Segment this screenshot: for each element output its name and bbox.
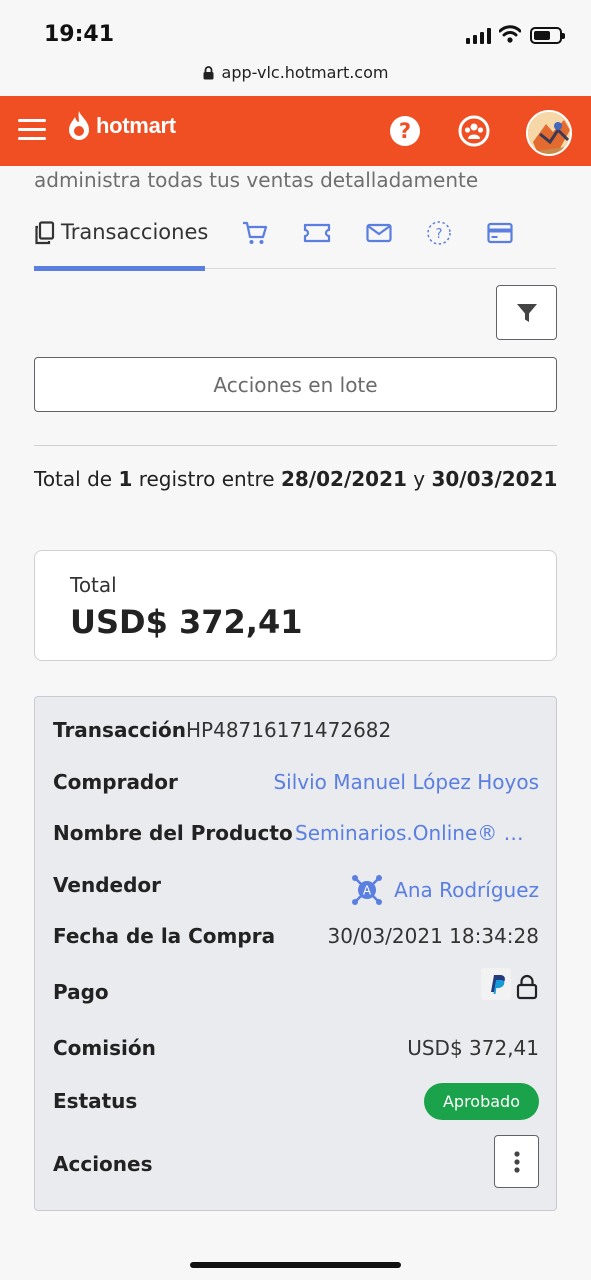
lock-icon: [516, 974, 538, 1000]
status-bar: 19:41: [0, 0, 591, 58]
seller-link[interactable]: A Ana Rodríguez: [350, 873, 539, 907]
ticket-icon[interactable]: [303, 219, 331, 247]
hotmart-logo[interactable]: hotmart: [66, 110, 176, 142]
divider: [34, 445, 557, 446]
transaction-card: Transacción HP48716171472682 Comprador S…: [34, 696, 557, 1211]
commission-label: Comisión: [53, 1036, 156, 1060]
page-subtitle: administra todas tus ventas detalladamen…: [34, 168, 479, 192]
tab-transactions[interactable]: Transacciones: [34, 205, 209, 271]
battery-icon: [530, 27, 565, 44]
user-avatar[interactable]: [526, 110, 572, 156]
svg-text:A: A: [363, 884, 372, 898]
svg-text:?: ?: [399, 119, 411, 143]
menu-icon[interactable]: [18, 117, 46, 141]
copy-icon: [35, 221, 55, 245]
buyer-link[interactable]: Silvio Manuel López Hoyos: [273, 770, 539, 794]
active-tab-indicator: [34, 266, 205, 271]
transaction-id: HP48716171472682: [186, 718, 392, 742]
payment-label: Pago: [53, 980, 109, 1004]
summary-date-from: 28/02/2021: [280, 467, 407, 491]
summary-count: 1: [118, 467, 133, 491]
results-summary: Total de 1 registro entre 28/02/2021 y 3…: [34, 467, 557, 491]
summary-middle: registro entre: [138, 467, 275, 491]
filter-button[interactable]: [496, 285, 557, 340]
total-value: USD$ 372,41: [70, 603, 303, 641]
buyer-label: Comprador: [53, 770, 178, 794]
transaction-label: Transacción: [53, 718, 186, 742]
row-seller: Vendedor A Ana Rodríguez: [53, 873, 539, 905]
actions-label: Acciones: [53, 1152, 153, 1176]
paypal-icon: [481, 968, 511, 1000]
row-commission: Comisión USD$ 372,41: [53, 1036, 539, 1066]
row-status: Estatus Aprobado: [53, 1083, 539, 1120]
more-actions-button[interactable]: [494, 1135, 539, 1188]
community-icon[interactable]: [458, 115, 490, 147]
status-label: Estatus: [53, 1089, 138, 1113]
cart-icon[interactable]: [241, 219, 269, 247]
status-badge: Aprobado: [423, 1083, 539, 1120]
product-link[interactable]: Seminarios.Online® M...: [295, 821, 539, 845]
kebab-menu-icon: [513, 1150, 520, 1173]
lock-icon: [203, 65, 214, 79]
credit-card-icon[interactable]: [486, 219, 514, 247]
row-transaction: Transacción HP48716171472682: [53, 718, 539, 748]
row-actions: Acciones: [53, 1135, 539, 1188]
total-card: Total USD$ 372,41: [34, 550, 557, 661]
signal-icon: [466, 28, 492, 44]
mail-icon[interactable]: [365, 219, 393, 247]
home-indicator[interactable]: [190, 1262, 401, 1268]
seller-name: Ana Rodríguez: [394, 878, 539, 902]
wifi-icon: [499, 25, 521, 43]
seller-label: Vendedor: [53, 873, 161, 897]
payment-value: [481, 968, 539, 1000]
purchase-date: 30/03/2021 18:34:28: [327, 924, 539, 948]
question-dashed-icon[interactable]: ?: [425, 219, 453, 247]
flame-icon: [69, 111, 89, 140]
url-text: app-vlc.hotmart.com: [221, 63, 389, 82]
filter-icon: [516, 303, 537, 322]
row-date: Fecha de la Compra 30/03/2021 18:34:28: [53, 924, 539, 954]
product-label: Nombre del Producto: [53, 821, 293, 845]
commission-value: USD$ 372,41: [407, 1036, 539, 1060]
summary-prefix: Total de: [34, 467, 113, 491]
row-product: Nombre del Producto Seminarios.Online® M…: [53, 821, 539, 851]
total-label: Total: [70, 573, 117, 597]
app-header: hotmart ?: [0, 96, 591, 166]
status-time: 19:41: [44, 22, 115, 47]
browser-url-bar[interactable]: app-vlc.hotmart.com: [0, 58, 591, 96]
batch-actions-button[interactable]: Acciones en lote: [34, 357, 557, 412]
help-icon[interactable]: ?: [389, 115, 421, 147]
tabs-bar: Transacciones ?: [34, 205, 556, 271]
row-buyer: Comprador Silvio Manuel López Hoyos: [53, 770, 539, 800]
logo-text: hotmart: [96, 113, 176, 138]
affiliate-icon: A: [352, 875, 383, 905]
summary-conj: y: [413, 467, 426, 491]
svg-text:?: ?: [436, 227, 443, 242]
date-label: Fecha de la Compra: [53, 924, 276, 948]
row-payment: Pago: [53, 968, 539, 1010]
tab-label: Transacciones: [61, 220, 209, 244]
summary-date-to: 30/03/2021: [431, 467, 558, 491]
